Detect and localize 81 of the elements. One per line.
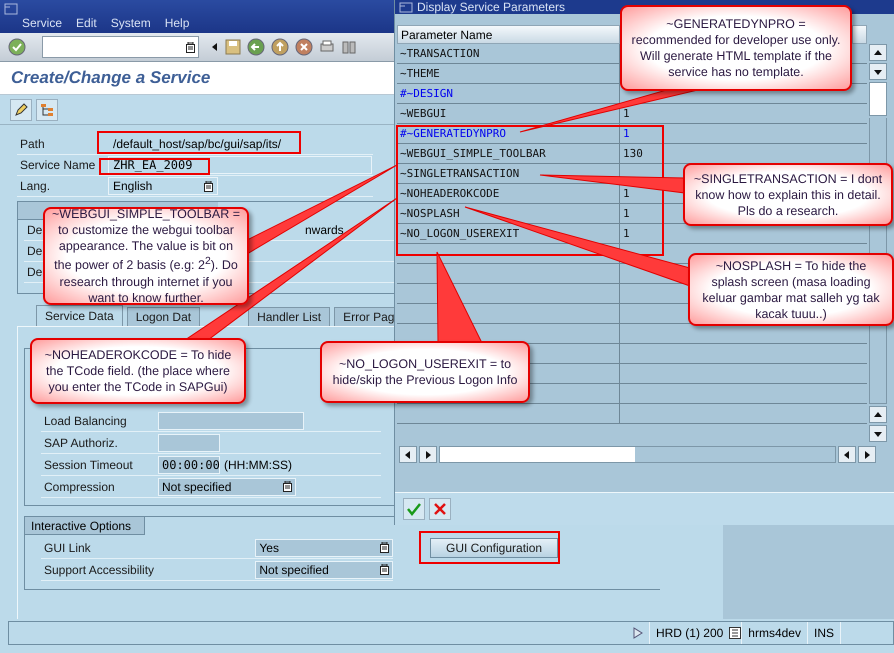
scroll-left-icon[interactable] xyxy=(404,450,412,458)
table-cell: 130 xyxy=(623,147,643,160)
menu-item[interactable]: System xyxy=(110,16,151,30)
column-header[interactable] xyxy=(852,25,867,44)
dialog-title: Display Service Parameters xyxy=(417,0,566,14)
scrollbar-thumb[interactable] xyxy=(869,82,887,116)
table-cell: 1 xyxy=(623,227,630,240)
field-label: De xyxy=(26,223,44,237)
scroll-right-icon[interactable] xyxy=(424,450,432,458)
scroll-up-icon[interactable] xyxy=(874,410,882,418)
list-icon[interactable] xyxy=(729,627,742,639)
play-icon[interactable] xyxy=(632,627,643,639)
field-label: Session Timeout xyxy=(43,458,134,472)
input-field[interactable] xyxy=(158,412,304,430)
table-cell: 1 xyxy=(623,187,630,200)
screen-title: Create/Change a Service xyxy=(11,68,210,88)
group-title: Interactive Options xyxy=(25,517,145,535)
field-label: Lang. xyxy=(19,179,52,193)
dropdown-icon xyxy=(204,180,213,192)
gui-configuration-button[interactable]: GUI Configuration xyxy=(430,538,558,558)
field-label: Path xyxy=(19,137,46,151)
dropdown-icon xyxy=(380,564,389,575)
table-cell: 1 xyxy=(623,107,630,120)
scroll-up-icon[interactable] xyxy=(874,48,882,56)
field-label: SAP Authoriz. xyxy=(43,436,119,450)
tab[interactable]: Handler List xyxy=(248,307,330,326)
callout: ~NOSPLASH = To hide the splash screen (masa loading keluar gambar mat salleh yg tak kacak tuuu..) xyxy=(688,253,894,326)
callout: ~SINGLETRANSACTION = I dont know how to explain this in detail. Pls do a research. xyxy=(683,163,893,226)
field-label: Compression xyxy=(43,480,116,494)
dropdown-icon xyxy=(380,542,389,553)
tab[interactable]: Logon Dat xyxy=(126,307,200,326)
input-field[interactable]: 00:00:00 xyxy=(158,456,220,474)
scroll-right-icon[interactable] xyxy=(863,450,871,458)
dropdown-field[interactable]: Yes xyxy=(255,538,393,556)
enter-check-icon[interactable] xyxy=(8,38,26,56)
callout: ~GENERATEDYNPRO = recommended for developer use only. Will generate HTML template if the service has no template. xyxy=(620,5,852,91)
dropdown-icon xyxy=(283,481,292,492)
column-header[interactable]: Parameter Name xyxy=(397,25,620,44)
command-field[interactable] xyxy=(42,36,199,58)
scroll-down-icon[interactable] xyxy=(874,68,882,76)
cancel-x-icon[interactable] xyxy=(429,498,451,520)
text-field[interactable]: /default_host/sap/bc/gui/sap/its/ xyxy=(108,135,368,153)
binoculars-icon[interactable] xyxy=(341,39,357,55)
up-icon[interactable] xyxy=(271,38,289,56)
menu-item[interactable]: Help xyxy=(164,16,190,30)
edit-pencil-icon[interactable] xyxy=(10,98,32,120)
scroll-left-icon[interactable] xyxy=(843,450,851,458)
field-label: Load Balancing xyxy=(43,414,128,428)
hierarchy-icon[interactable] xyxy=(36,98,58,120)
table-cell: ~WEBGUI_SIMPLE_TOOLBAR xyxy=(397,144,620,163)
scroll-down-icon[interactable] xyxy=(874,430,882,438)
field-label: De xyxy=(26,265,44,279)
dropdown-field[interactable]: Not specified xyxy=(255,560,393,578)
window-menu-icon[interactable] xyxy=(399,2,413,12)
input-mode: INS xyxy=(806,622,840,644)
menu-item[interactable]: Service xyxy=(22,16,62,30)
server-name: hrms4dev xyxy=(741,622,807,644)
window-menu-icon[interactable] xyxy=(4,3,18,15)
callout: ~NOHEADEROKCODE = To hide the TCode field. (the place where you enter the TCode in SAPGui) xyxy=(30,338,246,404)
scrollbar-thumb[interactable] xyxy=(440,447,635,462)
callout: ~NO_LOGON_USEREXIT = to hide/skip the Previous Logon Info xyxy=(320,341,530,403)
dropdown-icon xyxy=(186,42,195,52)
field-label: De xyxy=(26,244,44,258)
field-label: Service Name xyxy=(19,158,96,172)
confirm-check-icon[interactable] xyxy=(403,498,425,520)
back-icon[interactable] xyxy=(247,38,265,56)
input-field[interactable] xyxy=(158,434,220,452)
scroll-left-icon[interactable] xyxy=(211,43,219,51)
tab[interactable]: Service Data xyxy=(36,305,123,326)
dropdown-field[interactable]: English xyxy=(108,177,218,195)
field-value: nwards xyxy=(305,223,344,237)
cancel-icon[interactable] xyxy=(295,38,313,56)
format-hint: (HH:MM:SS) xyxy=(224,458,292,472)
dropdown-field[interactable]: Not specified xyxy=(158,478,296,496)
field-label: GUI Link xyxy=(43,540,92,554)
callout: ~WEBGUI_SIMPLE_TOOLBAR = to customize the webgui toolbar appearance. The value is bit on the power of 2 basis (e.g: 2$^{2}$). Do research through internet if you want to know further. xyxy=(43,207,249,305)
table-cell: 1 xyxy=(623,207,630,220)
table-cell: 1 xyxy=(623,127,630,140)
field-label: Support Accessibility xyxy=(43,562,156,576)
save-icon[interactable] xyxy=(225,39,241,55)
menu-item[interactable]: Edit xyxy=(76,16,97,30)
